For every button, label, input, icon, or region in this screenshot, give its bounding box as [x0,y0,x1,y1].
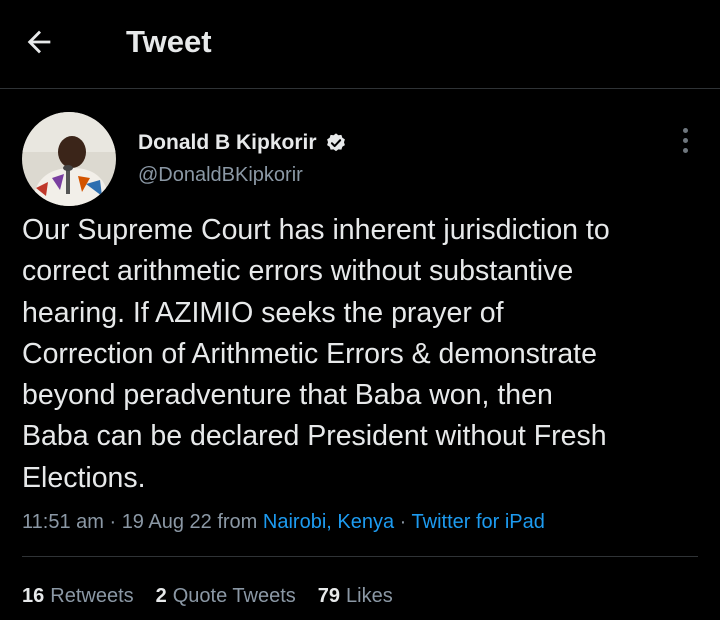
meta-separator: · [109,511,122,533]
more-options-button[interactable] [670,124,700,156]
more-vertical-icon [682,127,688,133]
author-handle[interactable]: @DonaldBKipkorir [138,164,303,187]
author-name[interactable]: Donald B Kipkorir [138,131,317,155]
tweet-stats: 16 Retweets 2 Quote Tweets 79 Likes [22,582,393,610]
likes-count: 79 [317,585,341,607]
meta-separator: · [399,511,412,533]
avatar-image [22,112,116,206]
tweet-meta: 11:51 am · 19 Aug 22 from Nairobi, Kenya… [22,508,545,536]
page-title: Tweet [126,24,212,59]
top-app-bar: Tweet [0,0,720,89]
retweets-label: Retweets [50,585,134,607]
meta-from-label: from [217,511,263,533]
more-vertical-icon-dot [682,137,688,143]
retweets-count: 16 [22,585,45,607]
tweet-date[interactable]: 19 Aug 22 [122,511,212,533]
quotes-count: 2 [155,585,167,607]
quotes-label: Quote Tweets [172,585,296,607]
back-button[interactable] [22,20,78,64]
arrow-left-icon [27,30,51,54]
quote-tweets-stat[interactable]: 2 Quote Tweets [156,582,296,610]
author-name-row: Donald B Kipkorir [138,128,347,158]
likes-label: Likes [346,585,393,607]
tweet-source-link[interactable]: Twitter for iPad [412,511,545,533]
verified-badge-icon [325,132,347,154]
avatar[interactable] [22,112,116,206]
tweet-location-link[interactable]: Nairobi, Kenya [263,511,394,533]
divider [22,556,698,557]
tweet-text: Our Supreme Court has inherent jurisdict… [22,214,610,494]
more-vertical-icon-dot [682,147,688,153]
retweets-stat[interactable]: 16 Retweets [22,582,134,610]
likes-stat[interactable]: 79 Likes [318,582,393,610]
tweet-time[interactable]: 11:51 am [22,511,104,533]
